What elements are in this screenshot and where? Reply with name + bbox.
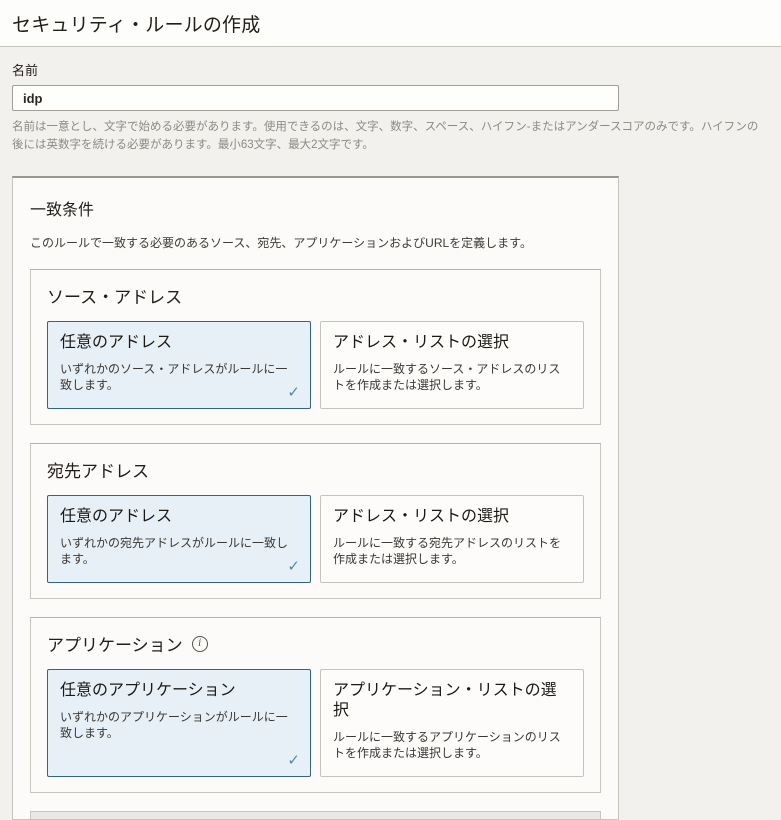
card-title: アドレス・リストの選択 <box>333 333 510 351</box>
next-section-peek <box>30 810 601 819</box>
card-destination-any-address[interactable]: 任意のアドレス いずれかの宛先アドレスがルールに一致します。 ✓ <box>47 494 311 583</box>
match-criteria-description: このルールで一致する必要のあるソース、宛先、アプリケーションおよびURLを定義し… <box>30 235 532 250</box>
card-source-any-address[interactable]: 任意のアドレス いずれかのソース・アドレスがルールに一致します。 ✓ <box>47 320 311 409</box>
card-title: 任意のアドレス <box>60 507 173 525</box>
card-description: ルールに一致するソース・アドレスのリストを作成または選択します。 <box>333 361 561 393</box>
selected-check-icon: ✓ <box>287 557 300 575</box>
name-label: 名前 <box>12 63 39 78</box>
page-title: セキュリティ・ルールの作成 <box>12 14 261 36</box>
destination-address-section: 宛先アドレス 任意のアドレス いずれかの宛先アドレスがルールに一致します。 ✓ … <box>30 442 601 599</box>
dialog-body: 名前 名前は一意とし、文字で始める必要があります。使用できるのは、文字、数字、ス… <box>0 47 781 820</box>
card-description: いずれかのソース・アドレスがルールに一致します。 <box>60 361 288 393</box>
application-title: アプリケーション <box>47 635 183 655</box>
source-address-section: ソース・アドレス 任意のアドレス いずれかのソース・アドレスがルールに一致します… <box>30 268 601 425</box>
selected-check-icon: ✓ <box>287 383 300 401</box>
name-helper-text: 名前は一意とし、文字で始める必要があります。使用できるのは、文字、数字、スペース… <box>12 121 759 152</box>
destination-address-title: 宛先アドレス <box>47 461 149 481</box>
application-section: アプリケーション i 任意のアプリケーション いずれかのアプリケーションがルール… <box>30 616 601 793</box>
card-title: アドレス・リストの選択 <box>333 507 510 525</box>
card-description: ルールに一致するアプリケーションのリストを作成または選択します。 <box>333 729 561 761</box>
info-icon[interactable]: i <box>191 636 208 653</box>
card-description: いずれかの宛先アドレスがルールに一致します。 <box>60 535 289 567</box>
card-destination-select-address-list[interactable]: アドレス・リストの選択 ルールに一致する宛先アドレスのリストを作成または選択しま… <box>320 494 584 583</box>
card-title: 任意のアプリケーション <box>60 681 236 699</box>
dialog-header: セキュリティ・ルールの作成 <box>0 0 781 47</box>
selected-check-icon: ✓ <box>287 751 300 769</box>
name-input[interactable] <box>12 85 619 111</box>
name-field-group: 名前 名前は一意とし、文字で始める必要があります。使用できるのは、文字、数字、ス… <box>12 60 769 155</box>
card-select-application-list[interactable]: アプリケーション・リストの選択 ルールに一致するアプリケーションのリストを作成ま… <box>320 668 584 777</box>
card-source-select-address-list[interactable]: アドレス・リストの選択 ルールに一致するソース・アドレスのリストを作成または選択… <box>320 320 584 409</box>
card-description: ルールに一致する宛先アドレスのリストを作成または選択します。 <box>333 535 562 567</box>
card-title: アプリケーション・リストの選択 <box>333 681 557 719</box>
card-any-application[interactable]: 任意のアプリケーション いずれかのアプリケーションがルールに一致します。 ✓ <box>47 668 311 777</box>
match-criteria-title: 一致条件 <box>30 201 95 219</box>
source-address-title: ソース・アドレス <box>47 287 183 307</box>
card-title: 任意のアドレス <box>60 333 173 351</box>
card-description: いずれかのアプリケーションがルールに一致します。 <box>60 709 288 741</box>
match-criteria-panel: 一致条件 このルールで一致する必要のあるソース、宛先、アプリケーションおよびUR… <box>12 175 619 820</box>
